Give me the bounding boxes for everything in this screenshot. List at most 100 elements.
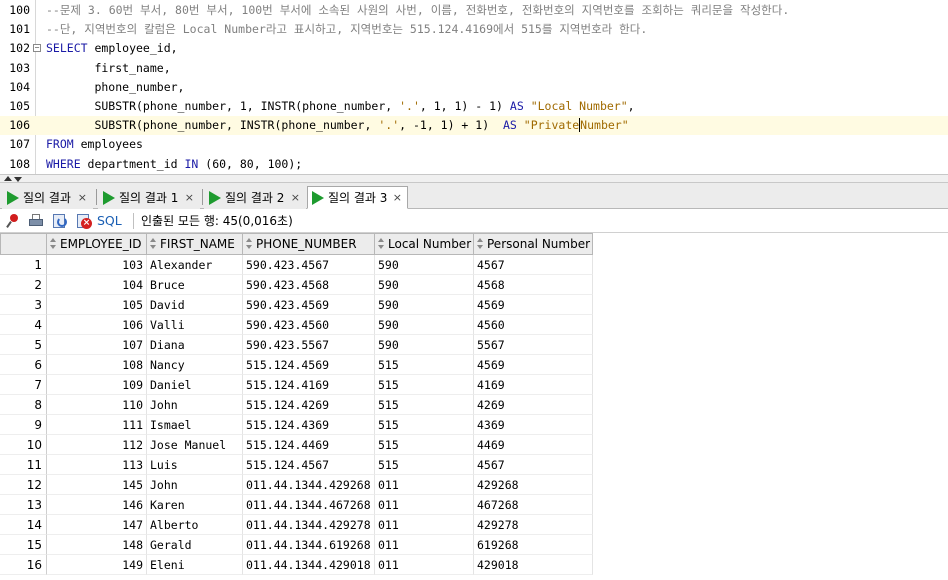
phone-number-cell[interactable]: 515.124.4569 (243, 355, 375, 375)
phone-number-cell[interactable]: 590.423.4569 (243, 295, 375, 315)
employee-id-cell[interactable]: 107 (47, 335, 147, 355)
row-number-cell[interactable]: 13 (0, 495, 47, 515)
code-line[interactable]: 104 phone_number, (0, 78, 948, 97)
personal-number-cell[interactable]: 4369 (474, 415, 593, 435)
employee-id-cell[interactable]: 104 (47, 275, 147, 295)
first-name-cell[interactable]: Nancy (147, 355, 243, 375)
local-number-cell[interactable]: 515 (375, 375, 474, 395)
employee-id-cell[interactable]: 145 (47, 475, 147, 495)
personal-number-cell[interactable]: 4569 (474, 355, 593, 375)
personal-number-cell[interactable]: 429268 (474, 475, 593, 495)
row-number-cell[interactable]: 9 (0, 415, 47, 435)
tab-query-result-2[interactable]: 질의 결과 2 × (204, 186, 306, 209)
print-icon[interactable] (28, 213, 44, 229)
row-number-cell[interactable]: 5 (0, 335, 47, 355)
close-icon[interactable]: × (291, 187, 300, 209)
code-line[interactable]: 101 --단, 지역번호의 칼럼은 Local Number라고 표시하고, 지… (0, 20, 948, 39)
employee-id-cell[interactable]: 111 (47, 415, 147, 435)
employee-id-cell[interactable]: 106 (47, 315, 147, 335)
first-name-cell[interactable]: Diana (147, 335, 243, 355)
refresh-icon[interactable] (52, 213, 68, 229)
personal-number-cell[interactable]: 4560 (474, 315, 593, 335)
first-name-cell[interactable]: Luis (147, 455, 243, 475)
table-row[interactable]: 12 145 John 011.44.1344.429268 011 429268 (0, 475, 948, 495)
first-name-cell[interactable]: Bruce (147, 275, 243, 295)
local-number-cell[interactable]: 011 (375, 515, 474, 535)
row-number-cell[interactable]: 8 (0, 395, 47, 415)
local-number-cell[interactable]: 011 (375, 475, 474, 495)
employee-id-cell[interactable]: 149 (47, 555, 147, 575)
local-number-cell[interactable]: 011 (375, 535, 474, 555)
employee-id-cell[interactable]: 147 (47, 515, 147, 535)
row-number-cell[interactable]: 4 (0, 315, 47, 335)
local-number-cell[interactable]: 011 (375, 555, 474, 575)
employee-id-cell[interactable]: 113 (47, 455, 147, 475)
first-name-cell[interactable]: Karen (147, 495, 243, 515)
local-number-cell[interactable]: 515 (375, 435, 474, 455)
sort-icon[interactable] (378, 238, 384, 250)
personal-number-cell[interactable]: 4169 (474, 375, 593, 395)
sort-icon[interactable] (477, 238, 483, 250)
personal-number-cell[interactable]: 4567 (474, 255, 593, 275)
column-header-employee-id[interactable]: EMPLOYEE_ID (47, 233, 147, 255)
phone-number-cell[interactable]: 515.124.4169 (243, 375, 375, 395)
table-row[interactable]: 7 109 Daniel 515.124.4169 515 4169 (0, 375, 948, 395)
employee-id-cell[interactable]: 108 (47, 355, 147, 375)
table-row[interactable]: 3 105 David 590.423.4569 590 4569 (0, 295, 948, 315)
employee-id-cell[interactable]: 146 (47, 495, 147, 515)
personal-number-cell[interactable]: 4569 (474, 295, 593, 315)
personal-number-cell[interactable]: 429018 (474, 555, 593, 575)
phone-number-cell[interactable]: 590.423.5567 (243, 335, 375, 355)
table-row[interactable]: 8 110 John 515.124.4269 515 4269 (0, 395, 948, 415)
local-number-cell[interactable]: 590 (375, 255, 474, 275)
tab-query-result-3[interactable]: 질의 결과 3 × (307, 186, 408, 209)
code-line[interactable]: 103 first_name, (0, 59, 948, 78)
sort-icon[interactable] (246, 238, 252, 250)
close-icon[interactable]: × (78, 187, 87, 209)
table-row[interactable]: 9 111 Ismael 515.124.4369 515 4369 (0, 415, 948, 435)
personal-number-cell[interactable]: 5567 (474, 335, 593, 355)
local-number-cell[interactable]: 515 (375, 455, 474, 475)
code-line[interactable]: 100 --문제 3. 60번 부서, 80번 부서, 100번 부서에 소속된 … (0, 1, 948, 20)
code-line[interactable]: 102− SELECT employee_id, (0, 39, 948, 58)
row-number-cell[interactable]: 12 (0, 475, 47, 495)
pin-icon[interactable] (6, 213, 22, 229)
table-row[interactable]: 4 106 Valli 590.423.4560 590 4560 (0, 315, 948, 335)
sort-icon[interactable] (150, 238, 156, 250)
personal-number-cell[interactable]: 429278 (474, 515, 593, 535)
code-line[interactable]: 106 SUBSTR(phone_number, INSTR(phone_num… (0, 116, 948, 136)
local-number-cell[interactable]: 590 (375, 315, 474, 335)
editor-results-splitter[interactable] (0, 174, 948, 183)
tab-query-result-1[interactable]: 질의 결과 1 × (98, 186, 200, 209)
local-number-cell[interactable]: 590 (375, 295, 474, 315)
phone-number-cell[interactable]: 515.124.4567 (243, 455, 375, 475)
employee-id-cell[interactable]: 112 (47, 435, 147, 455)
row-number-cell[interactable]: 1 (0, 255, 47, 275)
row-number-cell[interactable]: 15 (0, 535, 47, 555)
table-row[interactable]: 11 113 Luis 515.124.4567 515 4567 (0, 455, 948, 475)
phone-number-cell[interactable]: 011.44.1344.429268 (243, 475, 375, 495)
column-header-local-number[interactable]: Local Number (375, 233, 474, 255)
results-grid[interactable]: EMPLOYEE_ID FIRST_NAME PHONE_NUMBER Loca… (0, 233, 948, 580)
table-row[interactable]: 2 104 Bruce 590.423.4568 590 4568 (0, 275, 948, 295)
table-row[interactable]: 1 103 Alexander 590.423.4567 590 4567 (0, 255, 948, 275)
personal-number-cell[interactable]: 4567 (474, 455, 593, 475)
row-number-cell[interactable]: 7 (0, 375, 47, 395)
column-header-personal-number[interactable]: Personal Number (474, 233, 593, 255)
row-number-cell[interactable]: 6 (0, 355, 47, 375)
tab-query-result[interactable]: 질의 결과 × (2, 186, 93, 209)
column-header-first-name[interactable]: FIRST_NAME (147, 233, 243, 255)
row-number-cell[interactable]: 14 (0, 515, 47, 535)
first-name-cell[interactable]: Jose Manuel (147, 435, 243, 455)
employee-id-cell[interactable]: 103 (47, 255, 147, 275)
collapse-down-icon[interactable] (14, 177, 22, 182)
first-name-cell[interactable]: Gerald (147, 535, 243, 555)
row-number-cell[interactable]: 3 (0, 295, 47, 315)
row-number-cell[interactable]: 16 (0, 555, 47, 575)
employee-id-cell[interactable]: 148 (47, 535, 147, 555)
column-header-phone-number[interactable]: PHONE_NUMBER (243, 233, 375, 255)
phone-number-cell[interactable]: 515.124.4269 (243, 395, 375, 415)
first-name-cell[interactable]: Alberto (147, 515, 243, 535)
local-number-cell[interactable]: 590 (375, 335, 474, 355)
fold-toggle-icon[interactable]: − (33, 44, 41, 53)
